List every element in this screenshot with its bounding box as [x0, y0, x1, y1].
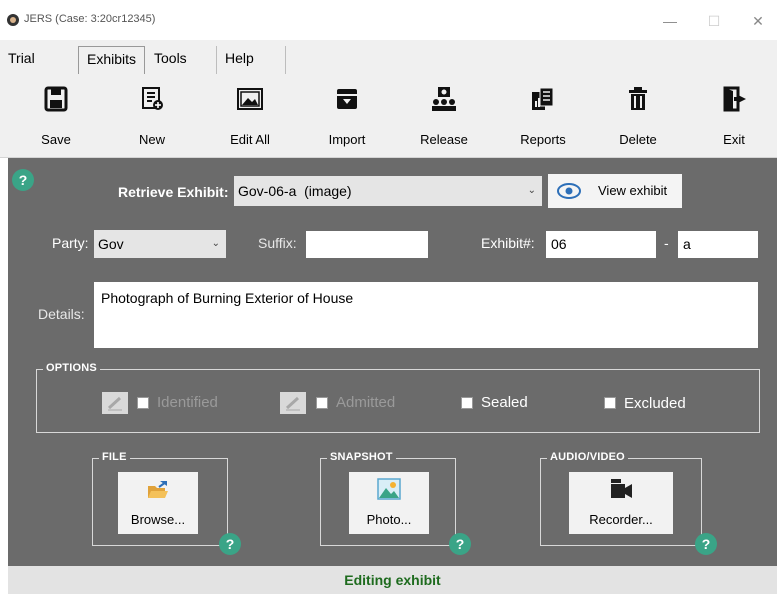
exhibit-letter-input[interactable]: a — [678, 231, 758, 258]
admitted-edit-button[interactable] — [280, 392, 306, 414]
pencil-icon — [107, 396, 122, 411]
open-folder-icon — [148, 481, 168, 498]
exhibit-dash: - — [664, 235, 669, 251]
chevron-down-icon: ⌄ — [527, 185, 536, 196]
video-camera-icon — [611, 479, 632, 498]
photo-icon — [377, 478, 401, 500]
app-logo-icon — [7, 14, 19, 26]
sealed-label: Sealed — [481, 394, 528, 411]
photo-button[interactable]: Photo... — [349, 472, 429, 534]
party-select[interactable]: Gov ⌄ — [94, 230, 226, 258]
help-icon[interactable]: ? — [449, 533, 471, 555]
options-title: OPTIONS — [43, 362, 100, 374]
tab-tools[interactable]: Tools — [146, 46, 195, 74]
release-people-icon — [432, 87, 456, 111]
browse-label: Browse... — [130, 512, 186, 527]
close-button[interactable]: ✕ — [738, 8, 777, 34]
photo-label: Photo... — [366, 512, 412, 527]
party-label: Party: — [52, 235, 89, 251]
exit-label: Exit — [723, 132, 745, 147]
browse-button[interactable]: Browse... — [118, 472, 198, 534]
delete-label: Delete — [619, 132, 657, 147]
snapshot-group-title: SNAPSHOT — [327, 451, 396, 463]
file-group-title: FILE — [99, 451, 130, 463]
audio-video-group-title: AUDIO/VIDEO — [547, 451, 628, 463]
help-icon[interactable]: ? — [695, 533, 717, 555]
view-exhibit-label: View exhibit — [598, 183, 668, 198]
import-icon — [337, 89, 357, 109]
admitted-label: Admitted — [336, 394, 396, 411]
identified-checkbox[interactable] — [137, 397, 149, 409]
identified-edit-button[interactable] — [102, 392, 128, 414]
identified-label: Identified — [157, 394, 218, 411]
exhibit-number-label: Exhibit#: — [481, 235, 535, 251]
reports-label: Reports — [520, 132, 566, 147]
suffix-input[interactable] — [306, 231, 428, 258]
edit-all-button[interactable]: Edit All — [210, 74, 290, 158]
exit-button[interactable]: Exit — [694, 74, 774, 158]
save-icon — [44, 86, 68, 112]
suffix-label: Suffix: — [258, 235, 297, 251]
reports-button[interactable]: Reports — [503, 74, 583, 158]
image-edit-icon — [237, 88, 263, 110]
sealed-checkbox[interactable] — [461, 397, 473, 409]
new-label: New — [138, 132, 165, 147]
chevron-down-icon: ⌄ — [211, 238, 220, 249]
maximize-button[interactable]: ☐ — [694, 8, 734, 34]
tab-trial[interactable]: Trial — [0, 46, 43, 74]
save-button[interactable]: Save — [16, 74, 96, 158]
admitted-checkbox[interactable] — [316, 397, 328, 409]
status-bar: Editing exhibit — [8, 566, 777, 594]
recorder-label: Recorder... — [589, 512, 653, 527]
pencil-icon — [285, 396, 300, 411]
excluded-checkbox[interactable] — [604, 397, 616, 409]
recorder-button[interactable]: Recorder... — [569, 472, 673, 534]
help-icon[interactable]: ? — [219, 533, 241, 555]
new-document-icon — [142, 87, 163, 110]
snapshot-group: SNAPSHOT Photo... ? — [320, 451, 471, 555]
details-textarea[interactable]: Photograph of Burning Exterior of House — [94, 282, 758, 348]
retrieve-exhibit-value: Gov-06-a (image) — [238, 183, 352, 199]
edit-all-label: Edit All — [230, 132, 270, 147]
new-button[interactable]: New — [112, 74, 192, 158]
title-bar: JERS (Case: 3:20cr12345) — ☐ ✕ — [0, 0, 777, 40]
details-label: Details: — [38, 306, 85, 322]
exhibit-number-input[interactable]: 06 — [546, 231, 656, 258]
tab-help[interactable]: Help — [216, 46, 286, 74]
window-title: JERS (Case: 3:20cr12345) — [24, 13, 156, 25]
retrieve-exhibit-label: Retrieve Exhibit: — [118, 184, 229, 200]
import-label: Import — [328, 132, 366, 147]
audio-video-group: AUDIO/VIDEO Recorder... ? — [540, 451, 717, 555]
toolbar: Save New Edit All Import Release Reports… — [0, 74, 777, 158]
help-icon[interactable]: ? — [12, 169, 34, 191]
exit-door-icon — [723, 86, 746, 112]
release-button[interactable]: Release — [404, 74, 484, 158]
minimize-button[interactable]: — — [650, 8, 690, 34]
reports-icon — [532, 87, 554, 110]
delete-button[interactable]: Delete — [598, 74, 678, 158]
menu-bar: Trial Exhibits Tools Help — [0, 40, 777, 74]
trash-icon — [629, 87, 647, 110]
view-exhibit-button[interactable]: View exhibit — [548, 174, 682, 208]
excluded-label: Excluded — [624, 395, 686, 412]
tab-exhibits[interactable]: Exhibits — [78, 46, 146, 74]
exhibit-editor-panel: ? Retrieve Exhibit: Gov-06-a (image) ⌄ V… — [8, 158, 777, 566]
save-label: Save — [41, 132, 71, 147]
party-value: Gov — [98, 236, 124, 252]
eye-icon — [557, 183, 581, 199]
file-group: FILE Browse... ? — [92, 451, 241, 555]
retrieve-exhibit-select[interactable]: Gov-06-a (image) ⌄ — [234, 176, 542, 206]
release-label: Release — [420, 132, 468, 147]
import-button[interactable]: Import — [307, 74, 387, 158]
options-group: OPTIONS Identified Admitted Sealed Exclu… — [36, 362, 760, 433]
